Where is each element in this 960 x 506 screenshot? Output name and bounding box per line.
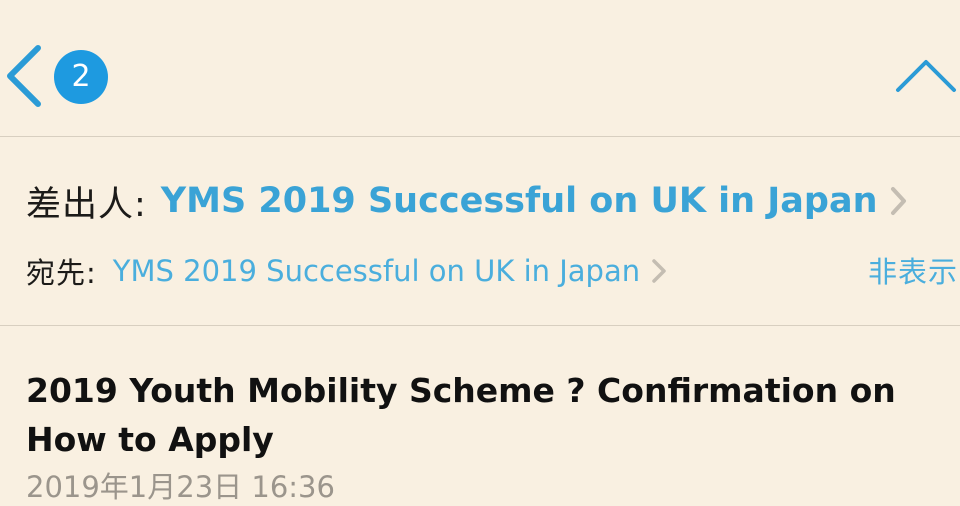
to-label: 宛先: — [26, 256, 97, 290]
back-button[interactable]: 2 — [0, 40, 120, 112]
from-label: 差出人: — [26, 184, 147, 225]
chevron-right-icon[interactable] — [888, 185, 908, 217]
chevron-left-icon — [7, 45, 41, 107]
recipient-name[interactable]: YMS 2019 Successful on UK in Japan — [113, 254, 640, 288]
message-header: 差出人: YMS 2019 Successful on UK in Japan … — [0, 137, 960, 326]
from-row: 差出人: YMS 2019 Successful on UK in Japan — [26, 179, 908, 225]
navigation-bar: 2 — [0, 0, 960, 137]
to-row: 宛先: YMS 2019 Successful on UK in Japan — [26, 251, 668, 291]
unread-count-badge: 2 — [54, 50, 108, 104]
message-date: 2019年1月23日 16:36 — [26, 470, 335, 504]
chevron-right-icon[interactable] — [650, 257, 668, 285]
hide-details-button[interactable]: 非表示 — [868, 249, 958, 291]
sender-name[interactable]: YMS 2019 Successful on UK in Japan — [161, 181, 878, 221]
message-subject: 2019 Youth Mobility Scheme ? Confirmatio… — [26, 371, 896, 459]
chevron-up-icon[interactable] — [892, 54, 960, 98]
